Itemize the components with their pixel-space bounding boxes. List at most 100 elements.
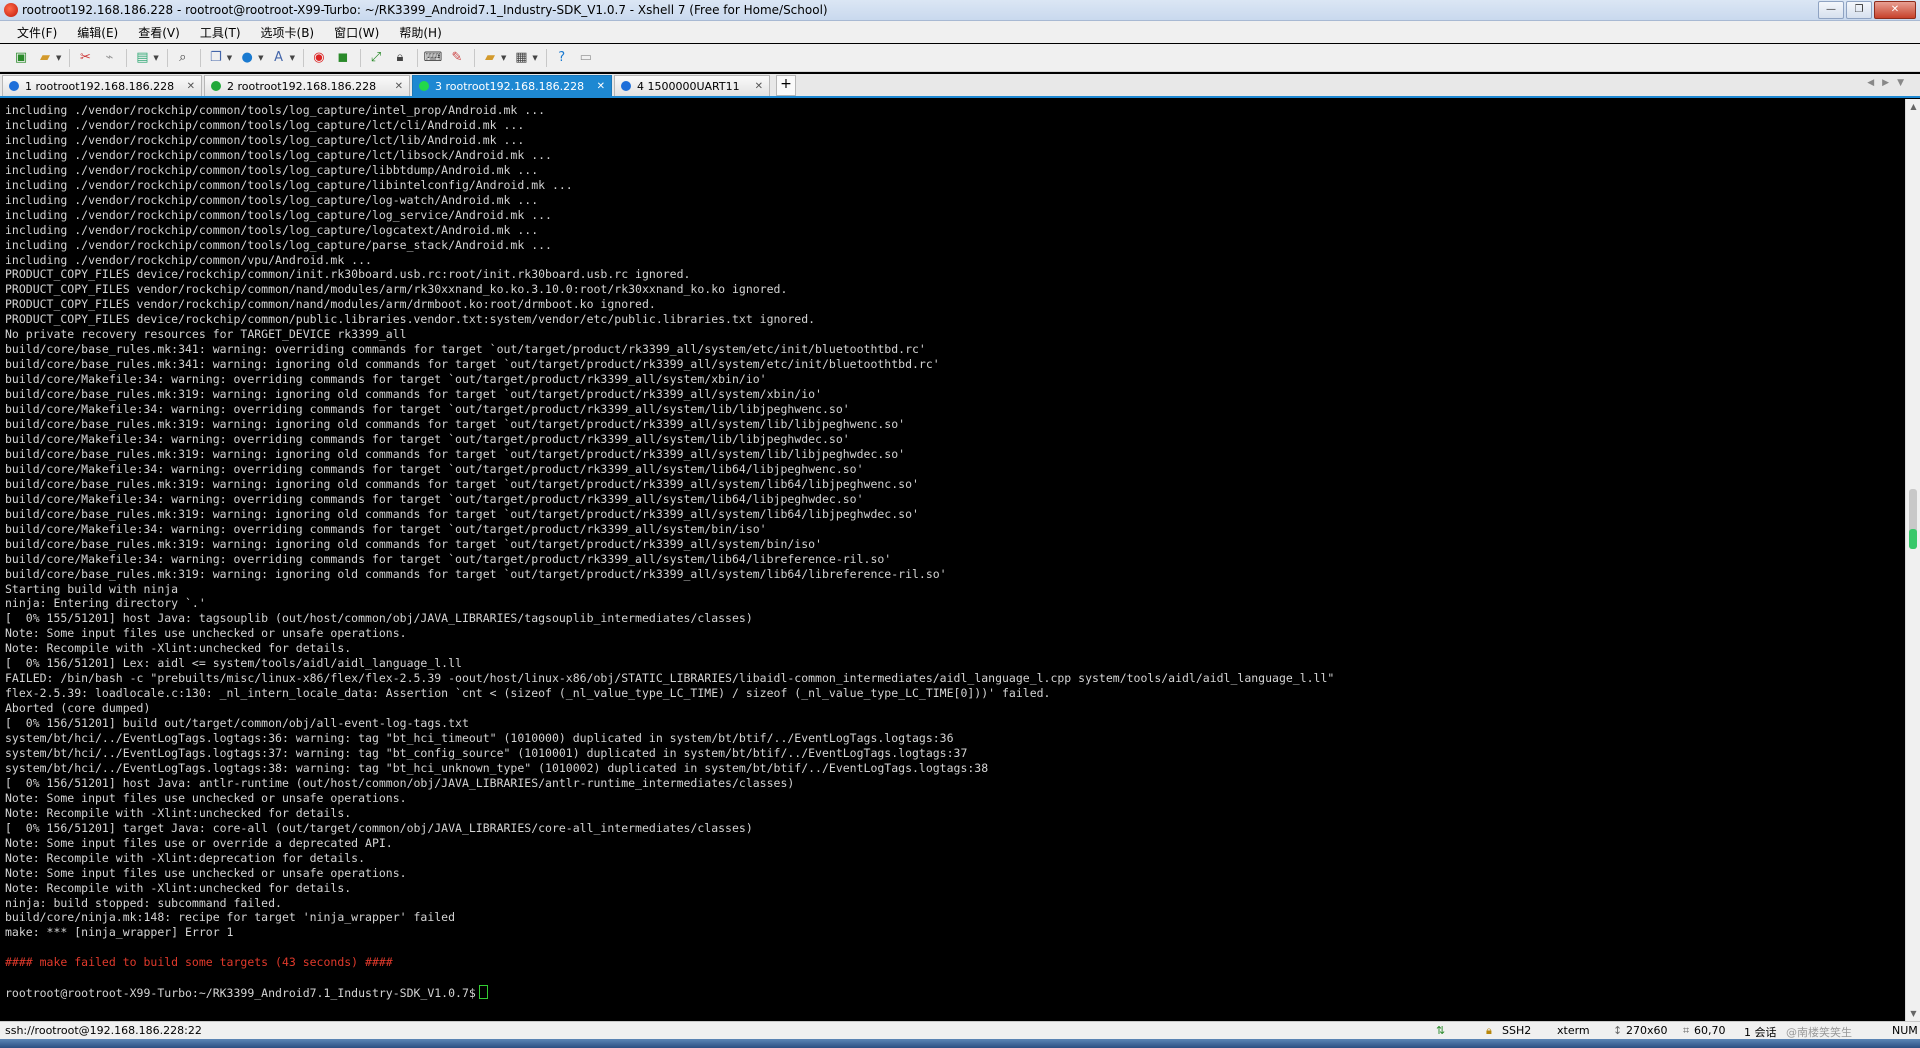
font-icon[interactable]: A <box>270 49 288 67</box>
comment-icon[interactable]: ▭ <box>577 49 595 67</box>
scroll-position-marker <box>1909 529 1917 549</box>
keyboard-icon[interactable]: ⌨ <box>424 49 443 67</box>
scroll-down-icon[interactable]: ▼ <box>1906 1006 1920 1021</box>
prompt-text: rootroot@rootroot-X99-Turbo:~/RK3399_And… <box>5 986 476 1001</box>
toolbar: ▣ ▰ ▼ ✂ ⌁ ▤ ▼ ⌕ ❐ ▼ ● ▼ A ▼ ◉ ◼ ⤢ 🔒︎ ⌨ ✎… <box>0 44 1920 72</box>
terminal-line: including ./vendor/rockchip/common/tools… <box>5 132 525 147</box>
watermark: @南楼笑笑生 <box>1786 1026 1852 1039</box>
menu-help[interactable]: 帮助(H) <box>396 22 444 43</box>
terminal-line: build/core/Makefile:34: warning: overrid… <box>5 431 850 446</box>
chevron-down-icon[interactable]: ▼ <box>153 54 158 62</box>
disconnect-icon[interactable]: ⌁ <box>100 49 118 67</box>
close-icon[interactable]: ✕ <box>395 81 403 92</box>
tab-label: 2 rootroot192.168.186.228 <box>227 79 377 93</box>
find-icon[interactable]: ⌕ <box>174 49 192 67</box>
window-controls: — ❐ ✕ <box>1818 1 1916 19</box>
globe-icon[interactable]: ● <box>238 49 256 67</box>
close-icon[interactable]: ✕ <box>597 81 605 92</box>
script-icon[interactable]: ✎ <box>448 49 466 67</box>
toolbar-separator <box>126 48 128 67</box>
terminal-line: build/core/base_rules.mk:319: warning: i… <box>5 417 906 432</box>
chevron-down-icon[interactable]: ▼ <box>56 54 61 62</box>
terminal-lines: including ./vendor/rockchip/common/tools… <box>0 99 1904 1001</box>
lock-icon[interactable]: 🔒︎ <box>391 49 409 67</box>
terminal-line: ninja: build stopped: subcommand failed. <box>5 895 282 910</box>
status-bar: ssh://rootroot@192.168.186.228:22 ⇅ 🔒︎ S… <box>0 1021 1920 1039</box>
toolbar-separator <box>545 48 547 67</box>
xmanager-icon[interactable]: ◼ <box>334 49 352 67</box>
terminal-line: including ./vendor/rockchip/common/tools… <box>5 147 552 162</box>
chevron-down-icon[interactable]: ▼ <box>290 54 295 62</box>
maximize-button[interactable]: ❐ <box>1846 1 1872 19</box>
reconnect-icon[interactable]: ✂ <box>76 49 94 67</box>
terminal-line: build/core/Makefile:34: warning: overrid… <box>5 521 767 536</box>
network-icon: ⇅ <box>1436 1024 1446 1037</box>
close-button[interactable]: ✕ <box>1874 1 1916 19</box>
new-tab-button[interactable]: + <box>776 75 796 96</box>
terminal-line: Aborted (core dumped) <box>5 701 151 716</box>
terminal-line: system/bt/hci/../EventLogTags.logtags:36… <box>5 731 954 746</box>
menu-file[interactable]: 文件(F) <box>14 22 60 43</box>
tab-session-2[interactable]: 2 rootroot192.168.186.228 ✕ <box>204 75 410 96</box>
terminal-line: build/core/base_rules.mk:319: warning: i… <box>5 476 919 491</box>
terminal-line: build/core/base_rules.mk:319: warning: i… <box>5 506 919 521</box>
tab-session-4[interactable]: 4 1500000UART11 ✕ <box>614 75 770 96</box>
terminal-type: xterm <box>1557 1024 1590 1037</box>
chevron-down-icon[interactable]: ▼ <box>501 54 506 62</box>
terminal-line: including ./vendor/rockchip/common/tools… <box>5 103 546 117</box>
menu-view[interactable]: 查看(V) <box>135 22 183 43</box>
terminal-line: system/bt/hci/../EventLogTags.logtags:37… <box>5 745 968 760</box>
chevron-down-icon[interactable]: ▼ <box>227 54 232 62</box>
close-icon[interactable]: ✕ <box>187 81 195 92</box>
help-icon[interactable]: ? <box>553 49 571 67</box>
menu-tools[interactable]: 工具(T) <box>197 22 244 43</box>
terminal-line: build/core/Makefile:34: warning: overrid… <box>5 491 864 506</box>
terminal-line: build/core/Makefile:34: warning: overrid… <box>5 402 850 417</box>
toolbar-separator <box>473 48 475 67</box>
terminal-line: including ./vendor/rockchip/common/vpu/A… <box>5 252 372 267</box>
shell-prompt: rootroot@rootroot-X99-Turbo:~/RK3399_And… <box>5 985 488 1001</box>
tab-session-3[interactable]: 3 rootroot192.168.186.228 ✕ <box>412 75 612 96</box>
fullscreen-icon[interactable]: ⤢ <box>367 49 385 67</box>
tab-scroll-arrows[interactable]: ◀▶▼ <box>1867 78 1912 88</box>
terminal-line: build/core/Makefile:34: warning: overrid… <box>5 551 892 566</box>
layout-icon[interactable]: ▦ <box>512 49 530 67</box>
chevron-down-icon[interactable]: ▼ <box>532 54 537 62</box>
terminal-line: system/bt/hci/../EventLogTags.logtags:38… <box>5 760 989 775</box>
toolbar-separator <box>416 48 418 67</box>
minimize-button[interactable]: — <box>1818 1 1844 19</box>
tab-label: 4 1500000UART11 <box>637 79 740 93</box>
terminal-line: build/core/base_rules.mk:341: warning: o… <box>5 342 926 357</box>
terminal-line: Note: Some input files use or override a… <box>5 835 393 850</box>
terminal-cursor <box>478 985 488 1000</box>
close-icon[interactable]: ✕ <box>755 81 763 92</box>
tab-label: 1 rootroot192.168.186.228 <box>25 79 175 93</box>
terminal-line: PRODUCT_COPY_FILES vendor/rockchip/commo… <box>5 297 656 312</box>
terminal-line: including ./vendor/rockchip/common/tools… <box>5 207 552 222</box>
open-folder-icon[interactable]: ▰ <box>36 49 54 67</box>
terminal-line: make: *** [ninja_wrapper] Error 1 <box>5 925 234 940</box>
terminal-line: Note: Recompile with -Xlint:unchecked fo… <box>5 880 352 895</box>
new-session-icon[interactable]: ▣ <box>12 49 30 67</box>
terminal-output[interactable]: including ./vendor/rockchip/common/tools… <box>0 99 1904 1021</box>
chevron-down-icon[interactable]: ▼ <box>258 54 263 62</box>
menu-window[interactable]: 窗口(W) <box>331 22 382 43</box>
toolbar-separator <box>69 48 71 67</box>
session-count: 1 会话 <box>1744 1026 1777 1039</box>
xshell-app-icon <box>4 3 18 17</box>
tab-session-1[interactable]: 1 rootroot192.168.186.228 ✕ <box>2 75 202 96</box>
menu-tab[interactable]: 选项卡(B) <box>258 22 318 43</box>
menu-edit[interactable]: 编辑(E) <box>74 22 121 43</box>
connected-status-icon <box>419 81 429 91</box>
copy-icon[interactable]: ❐ <box>207 49 225 67</box>
xftp-icon[interactable]: ◉ <box>310 49 328 67</box>
menu-bar: 文件(F) 编辑(E) 查看(V) 工具(T) 选项卡(B) 窗口(W) 帮助(… <box>0 21 1920 43</box>
taskbar <box>0 1039 1920 1048</box>
terminal-line: build/core/base_rules.mk:319: warning: i… <box>5 536 822 551</box>
transfer-icon[interactable]: ▰ <box>481 49 499 67</box>
properties-icon[interactable]: ▤ <box>133 49 151 67</box>
terminal-scrollbar[interactable]: ▲ ▼ <box>1905 99 1920 1021</box>
terminal-line: including ./vendor/rockchip/common/tools… <box>5 177 573 192</box>
toolbar-separator <box>302 48 304 67</box>
scroll-up-icon[interactable]: ▲ <box>1906 99 1920 114</box>
